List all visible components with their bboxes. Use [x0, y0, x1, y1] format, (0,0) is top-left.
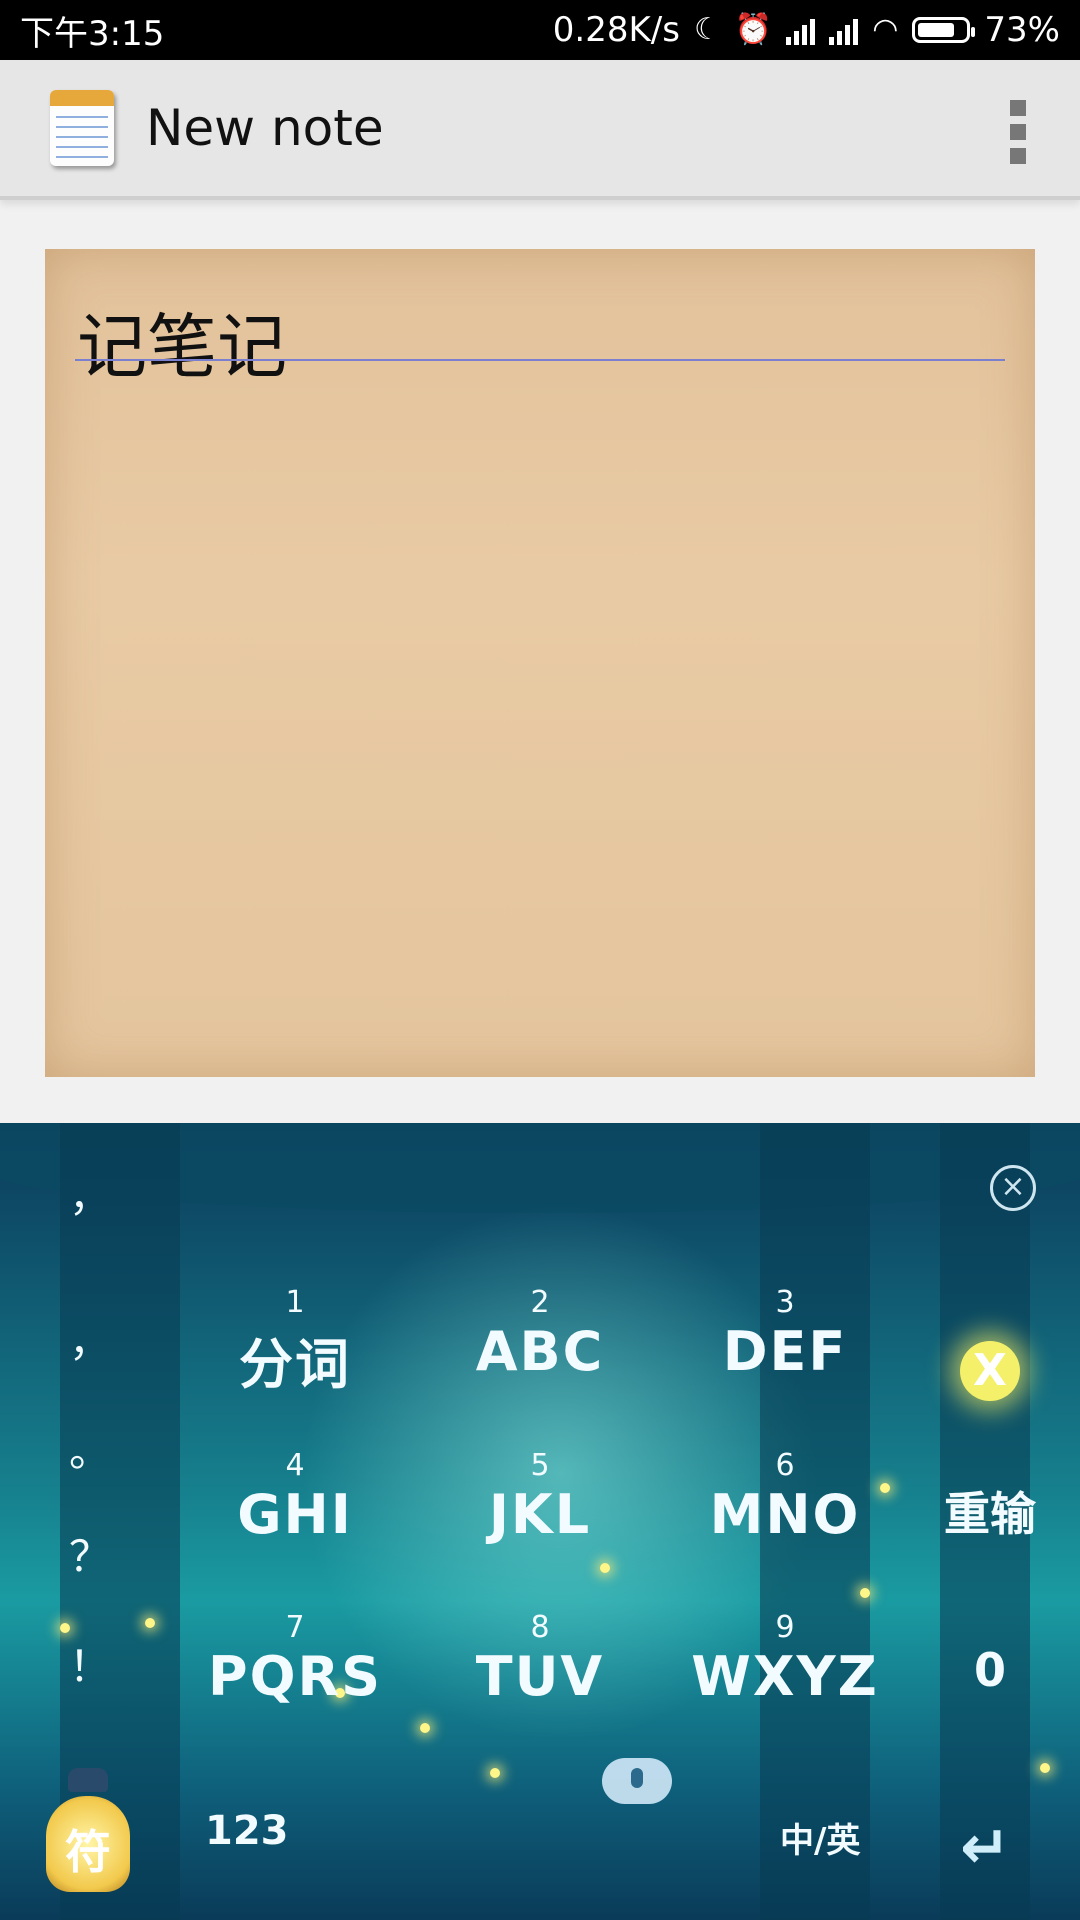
key-letters: ABC [475, 1320, 605, 1383]
overflow-menu-icon[interactable] [1010, 100, 1026, 164]
key-number: 8 [530, 1610, 550, 1645]
key-2[interactable]: 2 ABC [445, 1285, 635, 1383]
firefly-art [60, 1623, 70, 1633]
zero-key[interactable]: 0 [930, 1643, 1050, 1697]
key-4[interactable]: 4 GHI [200, 1448, 390, 1546]
key-letters: PQRS [208, 1645, 382, 1708]
key-number: 2 [530, 1285, 550, 1320]
punct-key-comma-top[interactable]: ， [60, 1163, 120, 1224]
key-letters: JKL [488, 1483, 592, 1546]
wifi-icon: ◠ [872, 12, 899, 47]
status-icons: 0.28K/s ☾ ⏰ ◠ 73% [553, 10, 1060, 50]
key-number: 6 [775, 1448, 795, 1483]
battery-percent: 73% [984, 10, 1060, 50]
key-3[interactable]: 3 DEF [690, 1285, 880, 1383]
firefly-art [490, 1768, 500, 1778]
delete-key[interactable]: X [960, 1341, 1020, 1401]
key-letters: MNO [709, 1483, 861, 1546]
punct-key-period[interactable]: 。 [60, 1418, 120, 1479]
key-9[interactable]: 9 WXYZ [690, 1610, 880, 1708]
key-6[interactable]: 6 MNO [690, 1448, 880, 1546]
firefly-art [420, 1723, 430, 1733]
alarm-icon: ⏰ [734, 12, 773, 47]
firefly-art [600, 1563, 610, 1573]
symbol-key[interactable]: 符 [38, 1768, 138, 1898]
firefly-art [860, 1588, 870, 1598]
note-rule-line [75, 359, 1005, 361]
firefly-art [145, 1618, 155, 1628]
battery-icon [912, 17, 976, 43]
key-number: 9 [775, 1610, 795, 1645]
key-8[interactable]: 8 TUV [445, 1610, 635, 1708]
close-keyboard-icon[interactable]: × [990, 1165, 1036, 1211]
key-letters: TUV [475, 1645, 605, 1708]
note-paper[interactable]: 记笔记 [45, 249, 1035, 1077]
reinput-key[interactable]: 重输 [930, 1478, 1050, 1544]
key-letters: WXYZ [691, 1645, 879, 1708]
signal-icon-2 [829, 15, 859, 45]
enter-arrow-icon[interactable]: ↵ [960, 1813, 1010, 1883]
key-letters: GHI [237, 1483, 353, 1546]
key-number: 5 [530, 1448, 550, 1483]
punct-key-question[interactable]: ？ [60, 1523, 120, 1584]
keyboard: × ， ， 。 ？ ！ 1 分词 2 ABC 3 DEF 4 GHI 5 JKL… [0, 1123, 1080, 1920]
key-number: 1 [285, 1285, 305, 1320]
key-letters: DEF [722, 1320, 848, 1383]
numeric-key[interactable]: 123 [205, 1808, 289, 1854]
net-speed: 0.28K/s [552, 10, 680, 50]
lantern-cap-icon [68, 1768, 108, 1792]
lang-switch-key[interactable]: 中/英 [780, 1813, 860, 1862]
key-number: 3 [775, 1285, 795, 1320]
note-text-input[interactable]: 记笔记 [77, 291, 287, 392]
punct-key-exclaim[interactable]: ！ [60, 1633, 120, 1694]
symbol-key-label: 符 [65, 1825, 111, 1879]
signal-icon [786, 15, 816, 45]
moon-icon: ☾ [693, 12, 721, 47]
app-bar: New note [0, 60, 1080, 200]
punct-key-comma[interactable]: ， [60, 1308, 120, 1369]
microphone-icon[interactable] [602, 1758, 672, 1804]
key-7[interactable]: 7 PQRS [200, 1610, 390, 1708]
firefly-art [880, 1483, 890, 1493]
notepad-icon[interactable] [50, 90, 114, 166]
app-title: New note [146, 99, 384, 157]
key-1[interactable]: 1 分词 [200, 1285, 390, 1399]
key-letters: 分词 [239, 1333, 351, 1396]
key-number: 4 [285, 1448, 305, 1483]
key-number: 7 [285, 1610, 305, 1645]
status-bar: 下午3:15 0.28K/s ☾ ⏰ ◠ 73% [0, 0, 1080, 60]
key-5[interactable]: 5 JKL [445, 1448, 635, 1546]
firefly-art [1040, 1763, 1050, 1773]
status-time: 下午3:15 [20, 13, 165, 54]
